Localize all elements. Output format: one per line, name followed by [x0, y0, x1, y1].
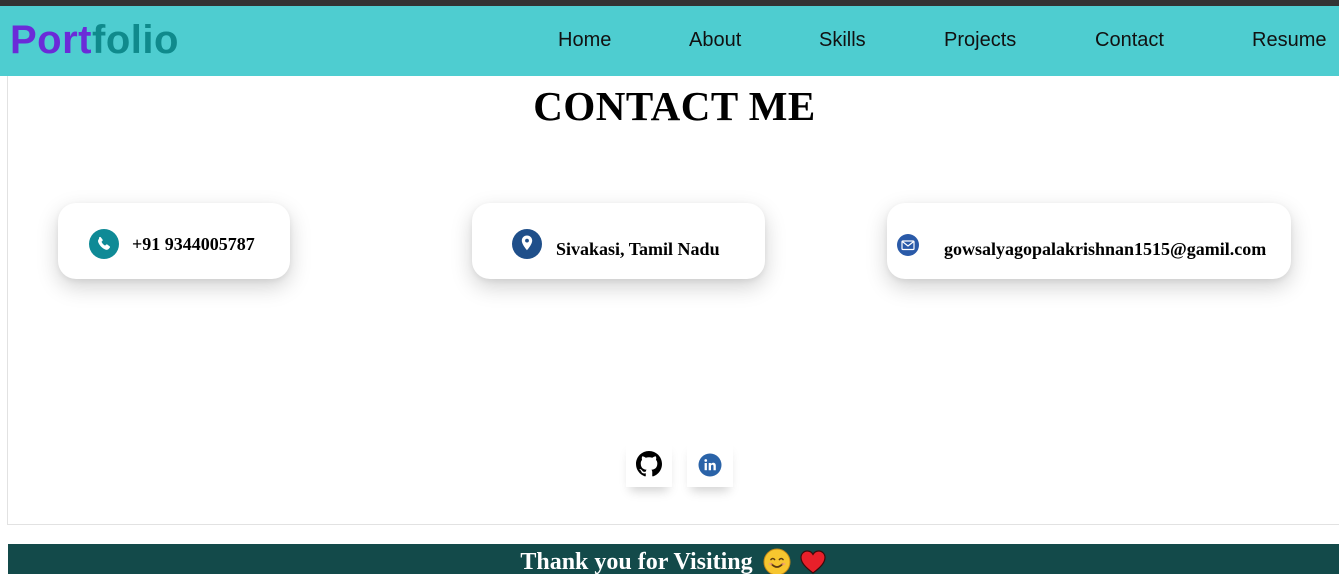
navbar: Portfolio Home About Skills Projects Con…: [0, 6, 1339, 76]
location-pin-icon: [512, 228, 542, 265]
page-title: CONTACT ME: [533, 83, 816, 129]
github-link[interactable]: [626, 441, 672, 487]
nav-about[interactable]: About: [689, 27, 741, 53]
contact-card-location: Sivakasi, Tamil Nadu: [472, 203, 765, 279]
mail-icon: [897, 234, 919, 261]
contact-card-email: gowsalyagopalakrishnan1515@gamil.com: [887, 203, 1291, 279]
nav-home[interactable]: Home: [558, 27, 611, 53]
github-icon: [636, 451, 662, 477]
linkedin-icon: [698, 453, 722, 477]
nav-skills[interactable]: Skills: [819, 27, 866, 53]
linkedin-link[interactable]: [687, 441, 733, 487]
nav-projects[interactable]: Projects: [944, 27, 1016, 53]
brand-logo[interactable]: Portfolio: [10, 17, 179, 63]
contact-phone-text: +91 9344005787: [132, 234, 255, 254]
phone-icon: [89, 229, 119, 264]
smiling-face-icon: [763, 544, 791, 574]
footer-text: Thank you for Visiting: [520, 549, 753, 574]
heart-icon: [799, 544, 827, 574]
nav-resume[interactable]: Resume: [1252, 27, 1326, 53]
footer: Thank you for Visiting: [8, 544, 1339, 574]
contact-location-text: Sivakasi, Tamil Nadu: [556, 239, 720, 259]
brand-logo-part2: folio: [92, 18, 179, 62]
contact-email-text: gowsalyagopalakrishnan1515@gamil.com: [944, 239, 1267, 259]
contact-section: [7, 76, 1339, 525]
brand-logo-part1: Port: [10, 18, 92, 62]
nav-contact[interactable]: Contact: [1095, 27, 1164, 53]
contact-card-phone: +91 9344005787: [58, 203, 290, 279]
